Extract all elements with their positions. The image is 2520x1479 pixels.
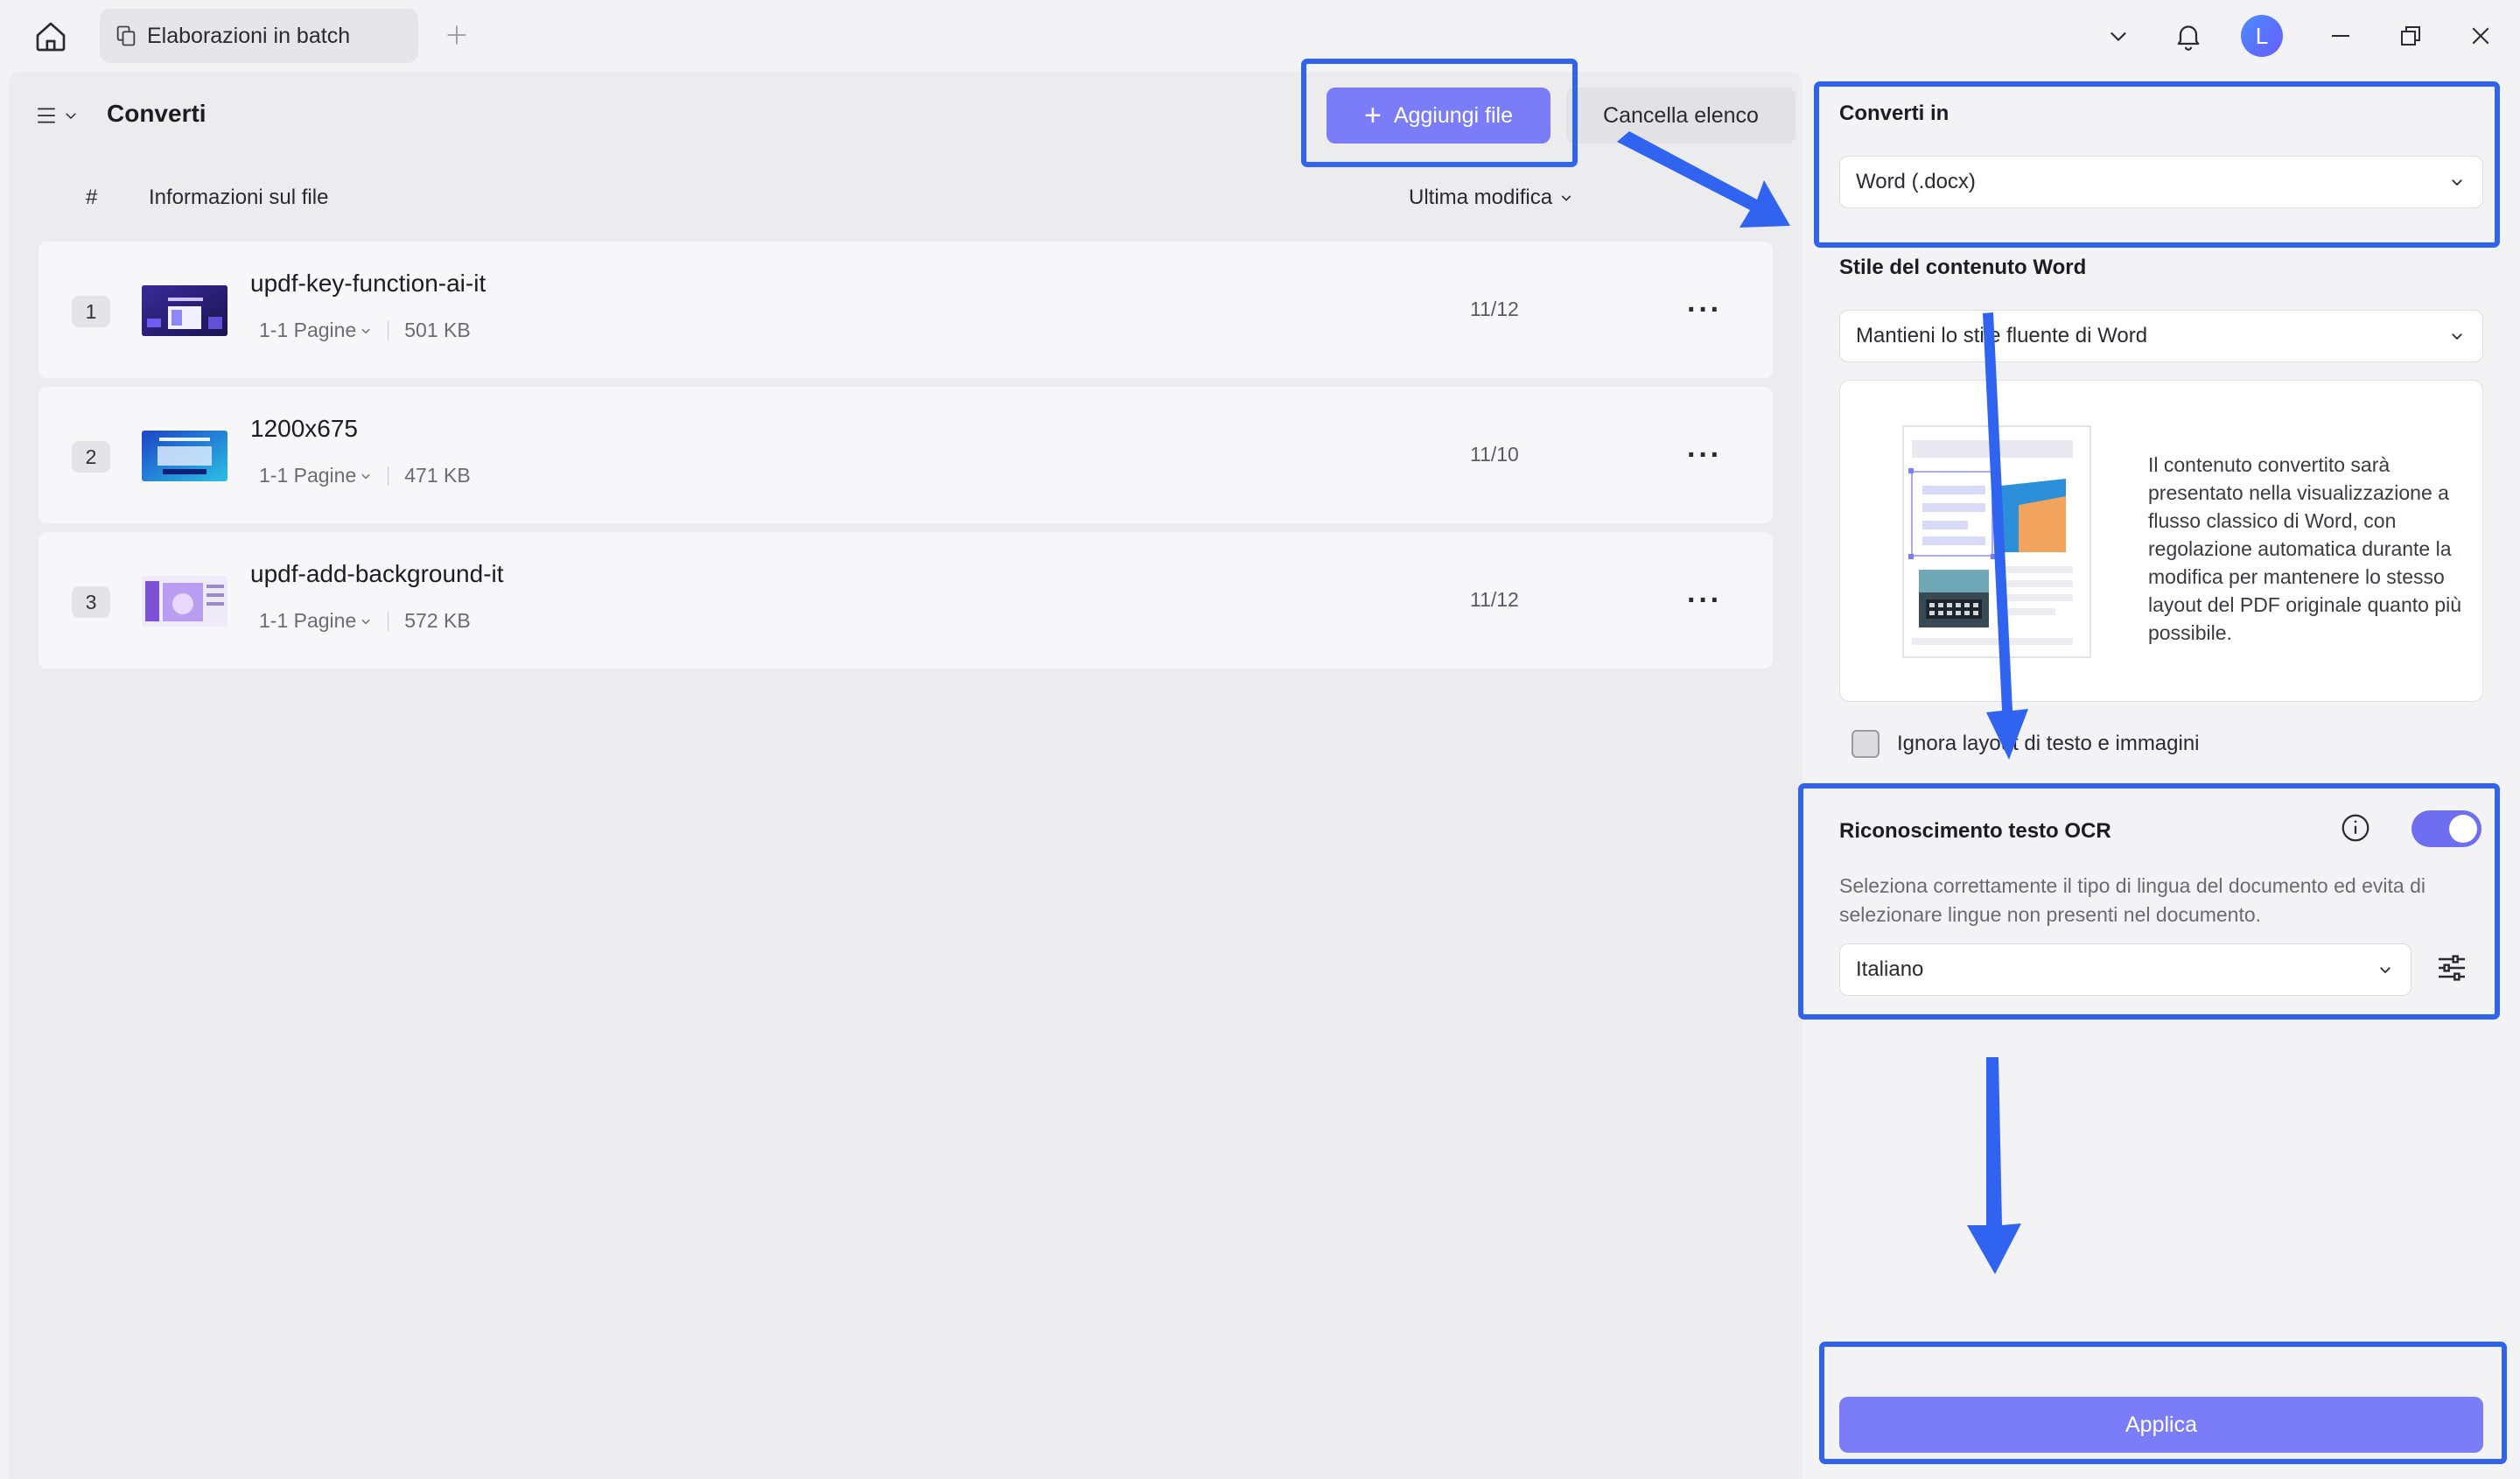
restore-button[interactable]: [2389, 11, 2432, 61]
ignore-layout-option[interactable]: Ignora layout di testo e immagini: [1852, 730, 2200, 758]
file-thumbnail: [142, 431, 228, 481]
dropdown-button[interactable]: [2096, 11, 2140, 61]
row-index: 2: [72, 441, 110, 473]
ocr-toggle[interactable]: [2412, 810, 2482, 847]
more-options-button[interactable]: ···: [1684, 438, 1726, 473]
word-style-value: Mantieni lo stile fluente di Word: [1856, 324, 2148, 347]
file-name: 1200x675: [250, 415, 359, 442]
file-thumbnail: [142, 285, 228, 336]
column-header-last-modified[interactable]: Ultima modifica: [1409, 186, 1573, 210]
tab-batch[interactable]: Elaborazioni in batch: [100, 9, 418, 63]
chevron-down-icon: [2452, 179, 2462, 186]
page-range-dropdown[interactable]: 1-1 Pagine: [259, 609, 372, 633]
sliders-icon[interactable]: [2434, 950, 2469, 985]
convert-settings-panel: Converti in Word (.docx) Stile del conte…: [1813, 72, 2520, 1479]
file-meta: 1-1 Pagine 501 KB: [259, 319, 471, 342]
clear-list-button[interactable]: Cancella elenco: [1566, 88, 1796, 144]
column-header-index: #: [86, 186, 98, 209]
more-icon: ···: [1687, 292, 1722, 326]
chevron-down-icon: [2110, 32, 2126, 42]
info-icon[interactable]: [2340, 812, 2371, 844]
file-date: 11/12: [1470, 588, 1519, 611]
more-icon: ···: [1687, 583, 1722, 617]
file-size: 572 KB: [404, 609, 471, 632]
add-file-button[interactable]: + Aggiungi file: [1326, 88, 1550, 144]
convert-to-value: Word (.docx): [1856, 170, 1976, 193]
table-row[interactable]: 2 1200x675 1-1 Pagine 471 KB 11/10 ···: [38, 387, 1773, 523]
user-avatar-button[interactable]: L: [2236, 11, 2287, 61]
menu-button[interactable]: [35, 98, 88, 133]
home-button[interactable]: [26, 14, 75, 60]
ocr-language-select[interactable]: Italiano: [1839, 943, 2412, 996]
page-range-dropdown[interactable]: 1-1 Pagine: [259, 319, 372, 342]
word-style-label: Stile del contenuto Word: [1839, 256, 2087, 279]
file-date: 11/12: [1470, 298, 1519, 320]
apply-button[interactable]: Applica: [1839, 1397, 2483, 1453]
more-icon: ···: [1687, 438, 1722, 472]
batch-icon: [116, 25, 136, 46]
hamburger-icon: [38, 108, 55, 123]
chevron-down-icon: [2452, 333, 2462, 340]
word-style-select[interactable]: Mantieni lo stile fluente di Word: [1839, 310, 2483, 362]
table-row[interactable]: 3 updf-add-background-it 1-1 Pagine 572 …: [38, 532, 1773, 669]
chevron-down-icon: [361, 619, 370, 624]
close-button[interactable]: [2459, 11, 2502, 61]
file-size: 471 KB: [404, 464, 471, 487]
file-meta: 1-1 Pagine 471 KB: [259, 464, 471, 487]
chevron-down-icon: [66, 113, 76, 120]
page-range-label: 1-1 Pagine: [259, 464, 357, 487]
add-file-label: Aggiungi file: [1393, 102, 1514, 128]
avatar: L: [2241, 15, 2283, 57]
style-preview-card: Il contenuto convertito sarà presentato …: [1839, 380, 2483, 702]
more-options-button[interactable]: ···: [1684, 292, 1726, 327]
file-list-header: Converti + Aggiungi file Cancella elenco: [9, 72, 1802, 159]
tab-label: Elaborazioni in batch: [147, 23, 351, 48]
convert-to-select[interactable]: Word (.docx): [1839, 156, 2483, 208]
style-description: Il contenuto convertito sarà presentato …: [2148, 453, 2462, 644]
file-size: 501 KB: [404, 319, 471, 341]
convert-to-label: Converti in: [1839, 102, 1950, 125]
plus-icon: [447, 25, 466, 45]
page-range-label: 1-1 Pagine: [259, 319, 357, 341]
page-range-dropdown[interactable]: 1-1 Pagine: [259, 464, 372, 487]
chevron-down-icon: [361, 328, 370, 333]
toggle-knob: [2449, 815, 2477, 843]
ignore-layout-label: Ignora layout di testo e immagini: [1897, 732, 2200, 755]
page-title: Converti: [107, 100, 206, 127]
file-list: 1 updf-key-function-ai-it 1-1 Pagine 501…: [38, 242, 1773, 677]
chevron-down-icon: [361, 473, 370, 479]
file-thumbnail: [142, 576, 228, 627]
close-icon: [2472, 27, 2489, 45]
minimize-icon: [2332, 35, 2349, 37]
ignore-layout-checkbox[interactable]: [1852, 730, 1880, 758]
new-tab-button[interactable]: [438, 16, 476, 54]
ocr-description: Seleziona correttamente il tipo di lingu…: [1839, 874, 2426, 926]
document-preview-illustration: [1902, 425, 2091, 658]
column-header-last-modified-label: Ultima modifica: [1409, 186, 1553, 209]
file-meta: 1-1 Pagine 572 KB: [259, 609, 471, 633]
row-index: 3: [72, 586, 110, 618]
file-date: 11/10: [1470, 443, 1519, 466]
more-options-button[interactable]: ···: [1684, 583, 1726, 618]
file-name: updf-add-background-it: [250, 560, 504, 587]
title-bar: Elaborazioni in batch L: [0, 0, 2520, 72]
page-range-label: 1-1 Pagine: [259, 609, 357, 632]
restore-icon: [2401, 26, 2420, 46]
minimize-button[interactable]: [2319, 11, 2362, 61]
ocr-language-value: Italiano: [1856, 957, 1924, 981]
chevron-down-icon: [1561, 195, 1572, 201]
file-name: updf-key-function-ai-it: [250, 270, 486, 297]
column-header-file-info: Informazioni sul file: [149, 186, 329, 209]
chevron-down-icon: [2380, 967, 2390, 974]
file-list-panel: Converti + Aggiungi file Cancella elenco…: [9, 72, 1802, 1479]
home-icon: [36, 22, 66, 52]
table-row[interactable]: 1 updf-key-function-ai-it 1-1 Pagine 501…: [38, 242, 1773, 378]
plus-icon: +: [1363, 99, 1382, 132]
ocr-title: Riconoscimento testo OCR: [1839, 819, 2111, 843]
notifications-button[interactable]: [2166, 11, 2210, 61]
bell-icon: [2177, 25, 2200, 51]
row-index: 1: [72, 296, 110, 327]
